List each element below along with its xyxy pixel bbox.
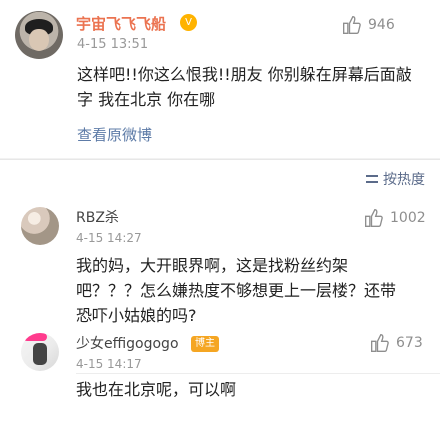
vip-badge-icon: V: [180, 14, 197, 31]
sort-lines-icon: [365, 172, 379, 186]
post-timestamp: 4-15 13:51: [77, 37, 149, 52]
main-username[interactable]: 宇宙飞飞飞船: [76, 13, 166, 34]
thumbs-up-icon: [365, 208, 383, 227]
thumbs-up-icon: [343, 15, 361, 34]
sort-by-hot-button[interactable]: 按热度: [365, 169, 425, 189]
avatar[interactable]: [21, 207, 59, 245]
post-like-count: 946: [368, 17, 395, 33]
avatar[interactable]: [21, 333, 59, 371]
avatar[interactable]: [15, 11, 63, 59]
comment-like-button[interactable]: 673: [370, 333, 423, 353]
comment-like-count: 1002: [390, 210, 426, 226]
comment-item: 少女effigogogo 博主 4-15 14:17 673 我也在北京呢，可以…: [0, 333, 440, 430]
comments-section: 按热度 RBZ杀 4-15 14:27 1002 我的妈，大开眼界啊，这是找粉丝…: [0, 159, 440, 430]
comment-text: 我的妈，大开眼界啊，这是找粉丝约架吧？？？怎么嫌热度不够想更上一层楼？还带恐吓小…: [76, 256, 397, 325]
comment-text: 我也在北京呢，可以啊: [76, 380, 237, 399]
comment-username[interactable]: 少女effigogogo: [76, 333, 179, 353]
thumbs-up-icon: [371, 333, 389, 352]
comment-like-count: 673: [396, 335, 423, 351]
sort-label: 按热度: [383, 172, 425, 188]
avatar-face: [29, 29, 49, 51]
comment-timestamp: 4-15 14:17: [76, 357, 142, 371]
post-text: 这样吧!!你这么恨我!!朋友 你别躲在屏幕后面敲字 我在北京 你在哪: [77, 65, 412, 109]
comment-item: RBZ杀 4-15 14:27 1002 我的妈，大开眼界啊，这是找粉丝约架吧？…: [0, 207, 440, 374]
creator-badge-icon: 博主: [191, 336, 219, 352]
comment-timestamp: 4-15 14:27: [76, 231, 142, 245]
post-like-button[interactable]: 946: [342, 15, 395, 35]
main-post: 宇宙飞飞飞船 V 4-15 13:51 946 这样吧!!你这么恨我!!朋友 你…: [0, 0, 440, 158]
comment-username[interactable]: RBZ杀: [76, 207, 119, 227]
view-original-link[interactable]: 查看原微博: [77, 124, 152, 145]
avatar-tag-graphic: [23, 333, 47, 341]
comment-like-button[interactable]: 1002: [364, 208, 426, 228]
avatar-figure-graphic: [33, 343, 47, 365]
